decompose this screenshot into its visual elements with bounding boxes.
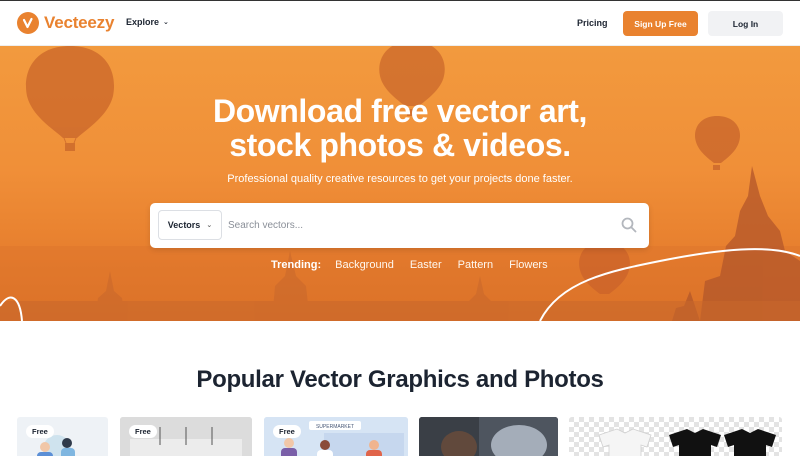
thumbnail-grid: Free Free SUPERMARKET Free: [0, 417, 800, 456]
trending-label: Trending:: [271, 259, 322, 271]
trending-row: Trending: Background Easter Pattern Flow…: [271, 259, 564, 271]
thumbnail-card[interactable]: [419, 417, 558, 456]
thumbnail-card[interactable]: Free: [120, 417, 252, 456]
top-nav: Vecteezy Explore ⌄ Pricing Sign Up Free …: [0, 0, 800, 46]
search-icon[interactable]: [620, 216, 638, 234]
trending-item-flowers[interactable]: Flowers: [509, 259, 548, 271]
supermarket-sign: SUPERMARKET: [316, 424, 354, 430]
vecteezy-logo-icon: [17, 12, 39, 34]
search-input[interactable]: [228, 211, 608, 239]
tshirt-mockup-thumbnail: [569, 417, 782, 456]
free-badge: Free: [26, 425, 54, 438]
section-title: Popular Vector Graphics and Photos: [196, 366, 604, 393]
headline-line-2: stock photos & videos.: [229, 127, 571, 163]
trending-item-pattern[interactable]: Pattern: [458, 259, 493, 271]
log-in-button[interactable]: Log In: [708, 11, 783, 36]
headline-line-1: Download free vector art,: [212, 93, 588, 129]
logo[interactable]: Vecteezy: [17, 12, 114, 34]
pricing-link[interactable]: Pricing: [577, 18, 608, 28]
search-bar: Vectors ⌄: [150, 203, 649, 248]
search-type-label: Vectors: [167, 220, 201, 230]
trending-item-background[interactable]: Background: [335, 259, 394, 271]
sign-up-button[interactable]: Sign Up Free: [623, 11, 698, 36]
free-badge: Free: [273, 425, 301, 438]
hero-headline: Download free vector art, stock photos &…: [0, 94, 800, 162]
trending-item-easter[interactable]: Easter: [410, 259, 442, 271]
search-type-select[interactable]: Vectors ⌄: [158, 210, 222, 240]
thumbnail-card[interactable]: [569, 417, 782, 456]
thumbnail-card[interactable]: SUPERMARKET Free: [264, 417, 408, 456]
explore-label: Explore: [126, 17, 160, 27]
chevron-down-icon: ⌄: [163, 19, 169, 26]
logo-text: Vecteezy: [44, 13, 115, 32]
hero-banner: Download free vector art, stock photos &…: [0, 46, 800, 321]
thumbnail-card[interactable]: Free: [17, 417, 108, 456]
chevron-down-icon: ⌄: [206, 222, 213, 229]
hero-subhead: Professional quality creative resources …: [227, 173, 573, 185]
photo-thumbnail: [419, 417, 558, 456]
explore-menu[interactable]: Explore ⌄: [126, 17, 169, 27]
free-badge: Free: [129, 425, 157, 438]
